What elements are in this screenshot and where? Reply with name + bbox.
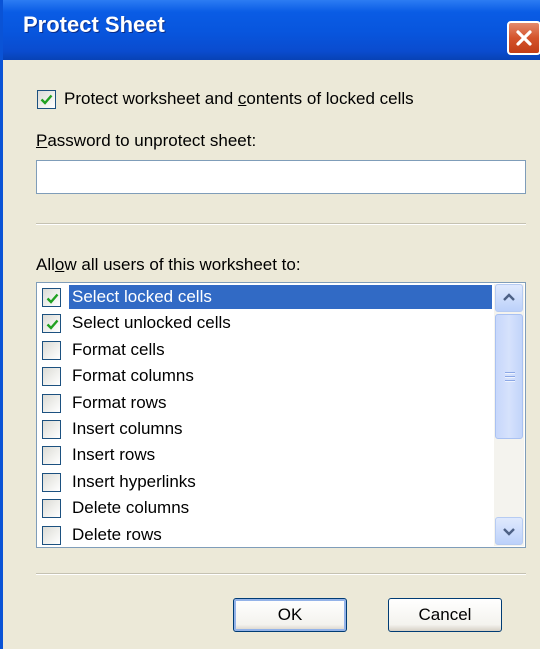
chevron-up-icon xyxy=(503,293,515,301)
password-label: Password to unprotect sheet: xyxy=(36,131,257,150)
permission-item[interactable]: Select unlocked cells xyxy=(39,310,492,337)
cancel-button[interactable]: Cancel xyxy=(388,598,502,632)
close-icon xyxy=(516,30,532,46)
protect-worksheet-checkbox[interactable] xyxy=(37,90,56,109)
permission-checkbox[interactable] xyxy=(42,472,61,492)
grip-line xyxy=(505,380,515,382)
permission-item[interactable]: Insert hyperlinks xyxy=(39,469,492,496)
permission-label: Select locked cells xyxy=(69,285,492,309)
permission-label: Delete rows xyxy=(72,524,162,544)
separator xyxy=(36,573,526,575)
dialog-body: Protect worksheet and contents of locked… xyxy=(6,60,540,649)
separator xyxy=(36,223,526,225)
permission-item[interactable]: Delete rows xyxy=(39,522,492,547)
permission-checkbox[interactable] xyxy=(42,288,61,307)
permission-checkbox[interactable] xyxy=(42,525,61,545)
permission-label: Insert columns xyxy=(72,419,183,438)
protect-worksheet-label[interactable]: Protect worksheet and contents of locked… xyxy=(64,89,414,109)
permission-item[interactable]: Insert columns xyxy=(39,416,492,443)
permission-item[interactable]: Format cells xyxy=(39,337,492,364)
protect-sheet-dialog: Protect Sheet Protect worksheet and cont… xyxy=(0,0,540,649)
title-bar[interactable]: Protect Sheet xyxy=(3,0,540,60)
chevron-down-icon xyxy=(503,528,515,536)
permission-checkbox[interactable] xyxy=(42,340,61,360)
permission-label: Select unlocked cells xyxy=(72,313,231,333)
scroll-down-button[interactable] xyxy=(495,517,523,545)
permission-label: Format columns xyxy=(72,366,194,386)
grip-line xyxy=(505,376,515,378)
permission-checkbox[interactable] xyxy=(42,314,61,334)
permission-item[interactable]: Delete columns xyxy=(39,495,492,522)
permission-item[interactable]: Insert rows xyxy=(39,442,492,469)
ok-button[interactable]: OK xyxy=(233,598,347,632)
permission-item[interactable]: Select locked cells xyxy=(39,284,492,311)
permission-item[interactable]: Format columns xyxy=(39,363,492,390)
permissions-listbox[interactable]: Select locked cells Select unlocked cells… xyxy=(36,282,526,548)
permission-label: Insert hyperlinks xyxy=(72,471,196,491)
dialog-title: Protect Sheet xyxy=(23,12,165,37)
scroll-thumb[interactable] xyxy=(495,314,523,439)
permission-label: Insert rows xyxy=(72,445,156,465)
permission-checkbox[interactable] xyxy=(42,446,61,466)
permission-item[interactable]: Format rows xyxy=(39,390,492,417)
permission-label: Format rows xyxy=(72,392,167,412)
permission-label: Format cells xyxy=(72,339,165,359)
close-button[interactable] xyxy=(507,21,540,55)
grip-line xyxy=(505,372,515,374)
checkmark-icon xyxy=(46,293,59,304)
vertical-scrollbar[interactable] xyxy=(494,284,524,546)
permission-checkbox[interactable] xyxy=(42,393,61,413)
password-input[interactable] xyxy=(36,160,526,194)
allow-users-label: Allow all users of this worksheet to: xyxy=(36,255,301,274)
scroll-up-button[interactable] xyxy=(495,284,523,312)
permission-label: Delete columns xyxy=(72,498,190,518)
permission-checkbox[interactable] xyxy=(42,499,61,519)
permission-checkbox[interactable] xyxy=(42,420,61,439)
checkmark-icon xyxy=(40,94,53,105)
checkmark-icon xyxy=(46,320,59,331)
permission-checkbox[interactable] xyxy=(42,367,61,387)
